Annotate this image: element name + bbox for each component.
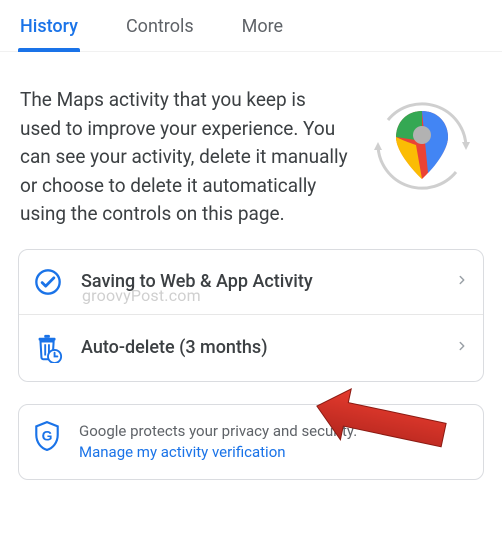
auto-delete-row[interactable]: Auto-delete (3 months)	[19, 314, 483, 381]
hero-description: The Maps activity that you keep is used …	[20, 86, 350, 229]
check-circle-icon	[33, 268, 63, 296]
manage-verification-link[interactable]: Manage my activity verification	[79, 443, 286, 461]
auto-delete-label: Auto-delete (3 months)	[81, 337, 437, 358]
chevron-right-icon	[455, 268, 469, 296]
tab-bar: History Controls More	[0, 0, 502, 52]
svg-text:G: G	[42, 427, 53, 443]
tab-controls[interactable]: Controls	[126, 16, 194, 51]
hero-section: The Maps activity that you keep is used …	[0, 52, 502, 233]
security-text: Google protects your privacy and securit…	[79, 421, 357, 463]
tab-more[interactable]: More	[242, 16, 283, 51]
maps-refresh-illustration	[362, 86, 482, 206]
settings-card: Saving to Web & App Activity Auto-delete…	[18, 249, 484, 382]
chevron-right-icon	[455, 334, 469, 362]
tab-history[interactable]: History	[20, 16, 78, 51]
security-row: G Google protects your privacy and secur…	[19, 405, 483, 479]
security-description: Google protects your privacy and securit…	[79, 422, 357, 440]
security-card: G Google protects your privacy and secur…	[18, 404, 484, 480]
google-shield-icon: G	[33, 421, 61, 455]
trash-clock-icon	[33, 333, 63, 363]
saving-activity-row[interactable]: Saving to Web & App Activity	[19, 250, 483, 314]
saving-activity-label: Saving to Web & App Activity	[81, 271, 437, 292]
